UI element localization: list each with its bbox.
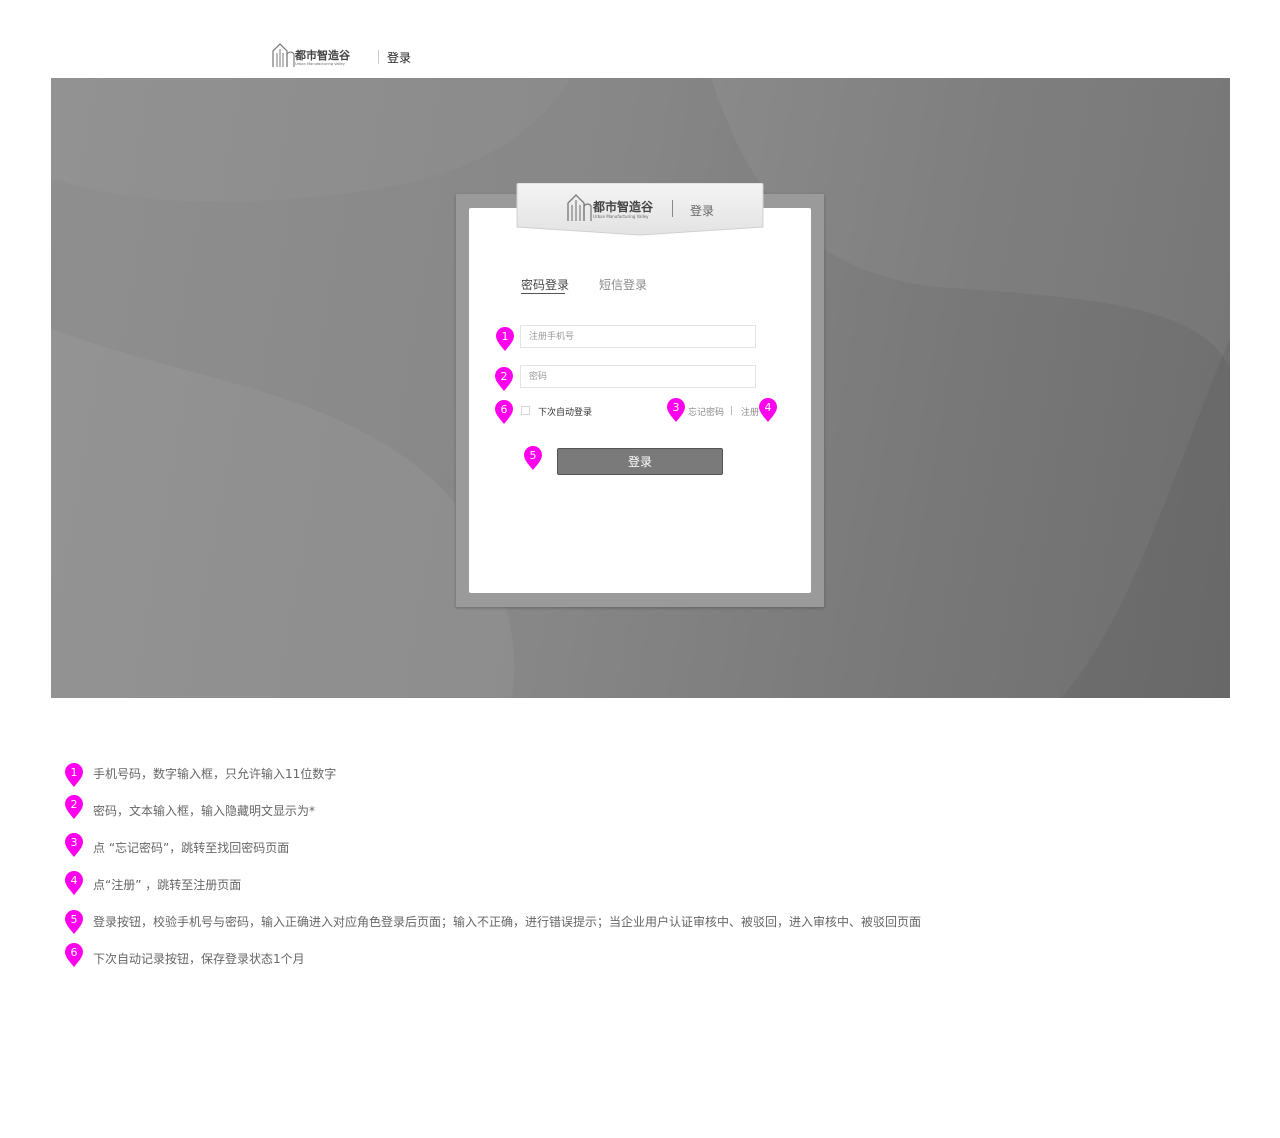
header-title: 登录	[387, 51, 412, 65]
note-pin-3: 3	[64, 832, 84, 858]
marker-number: 6	[501, 403, 508, 416]
marker-pin-6: 6	[494, 399, 514, 425]
marker-number: 4	[765, 401, 772, 414]
note-text-4: 点“注册” ，跳转至注册页面	[93, 878, 242, 892]
marker-number: 1	[502, 330, 509, 343]
note-text-2: 密码，文本输入框，输入隐藏明文显示为*	[93, 804, 316, 818]
marker-number: 3	[673, 401, 680, 414]
login-button[interactable]: 登录	[557, 448, 723, 475]
card-title: 登录	[690, 204, 715, 218]
logo-icon: 都市智造谷 Urban Manufacturing Valley	[272, 43, 351, 67]
card-header-divider	[672, 200, 673, 217]
marker-pin-5: 5	[523, 445, 543, 471]
tab-sms-login[interactable]: 短信登录	[599, 276, 647, 293]
marker-number: 2	[501, 370, 508, 383]
phone-input[interactable]	[520, 325, 756, 348]
card-brand-cn: 都市智造谷	[592, 199, 654, 214]
note-number: 5	[71, 913, 78, 926]
password-input[interactable]	[520, 365, 756, 388]
link-divider	[731, 406, 732, 415]
marker-pin-2: 2	[494, 366, 514, 392]
top-brand-en: Urban Manufacturing Valley	[295, 62, 346, 66]
note-number: 1	[71, 766, 78, 779]
note-pin-6: 6	[64, 942, 84, 968]
note-pin-4: 4	[64, 870, 84, 896]
note-text-3: 点 “忘记密码”，跳转至找回密码页面	[93, 841, 290, 855]
card-logo: 都市智造谷 Urban Manufacturing Valley	[565, 190, 660, 224]
note-pin-1: 1	[64, 762, 84, 788]
marker-pin-4: 4	[758, 397, 778, 423]
remember-label: 下次自动登录	[538, 408, 593, 418]
active-tab-underline	[521, 293, 565, 294]
forgot-password-link[interactable]: 忘记密码	[688, 405, 724, 418]
note-text-5: 登录按钮，校验手机号与密码，输入正确进入对应角色登录后页面；输入不正确，进行错误…	[93, 915, 922, 929]
marker-number: 5	[530, 449, 537, 462]
note-number: 6	[71, 946, 78, 959]
note-number: 3	[71, 836, 78, 849]
marker-pin-3: 3	[666, 397, 686, 423]
note-number: 4	[71, 874, 78, 887]
note-text-6: 下次自动记录按钮，保存登录状态1个月	[93, 952, 305, 966]
top-logo: 都市智造谷 Urban Manufacturing Valley	[270, 40, 360, 70]
note-number: 2	[71, 798, 78, 811]
logo-icon: 都市智造谷 Urban Manufacturing Valley	[567, 194, 654, 221]
note-pin-5: 5	[64, 909, 84, 935]
remember-checkbox[interactable]	[521, 406, 530, 415]
note-text-1: 手机号码，数字输入框，只允许输入11位数字	[93, 767, 337, 781]
marker-pin-1: 1	[495, 326, 515, 352]
note-pin-2: 2	[64, 794, 84, 820]
card-brand-en: Urban Manufacturing Valley	[593, 214, 649, 219]
top-brand-cn: 都市智造谷	[294, 48, 351, 62]
header-divider	[378, 50, 379, 64]
register-link[interactable]: 注册	[741, 405, 759, 418]
tab-password-login[interactable]: 密码登录	[521, 276, 569, 293]
